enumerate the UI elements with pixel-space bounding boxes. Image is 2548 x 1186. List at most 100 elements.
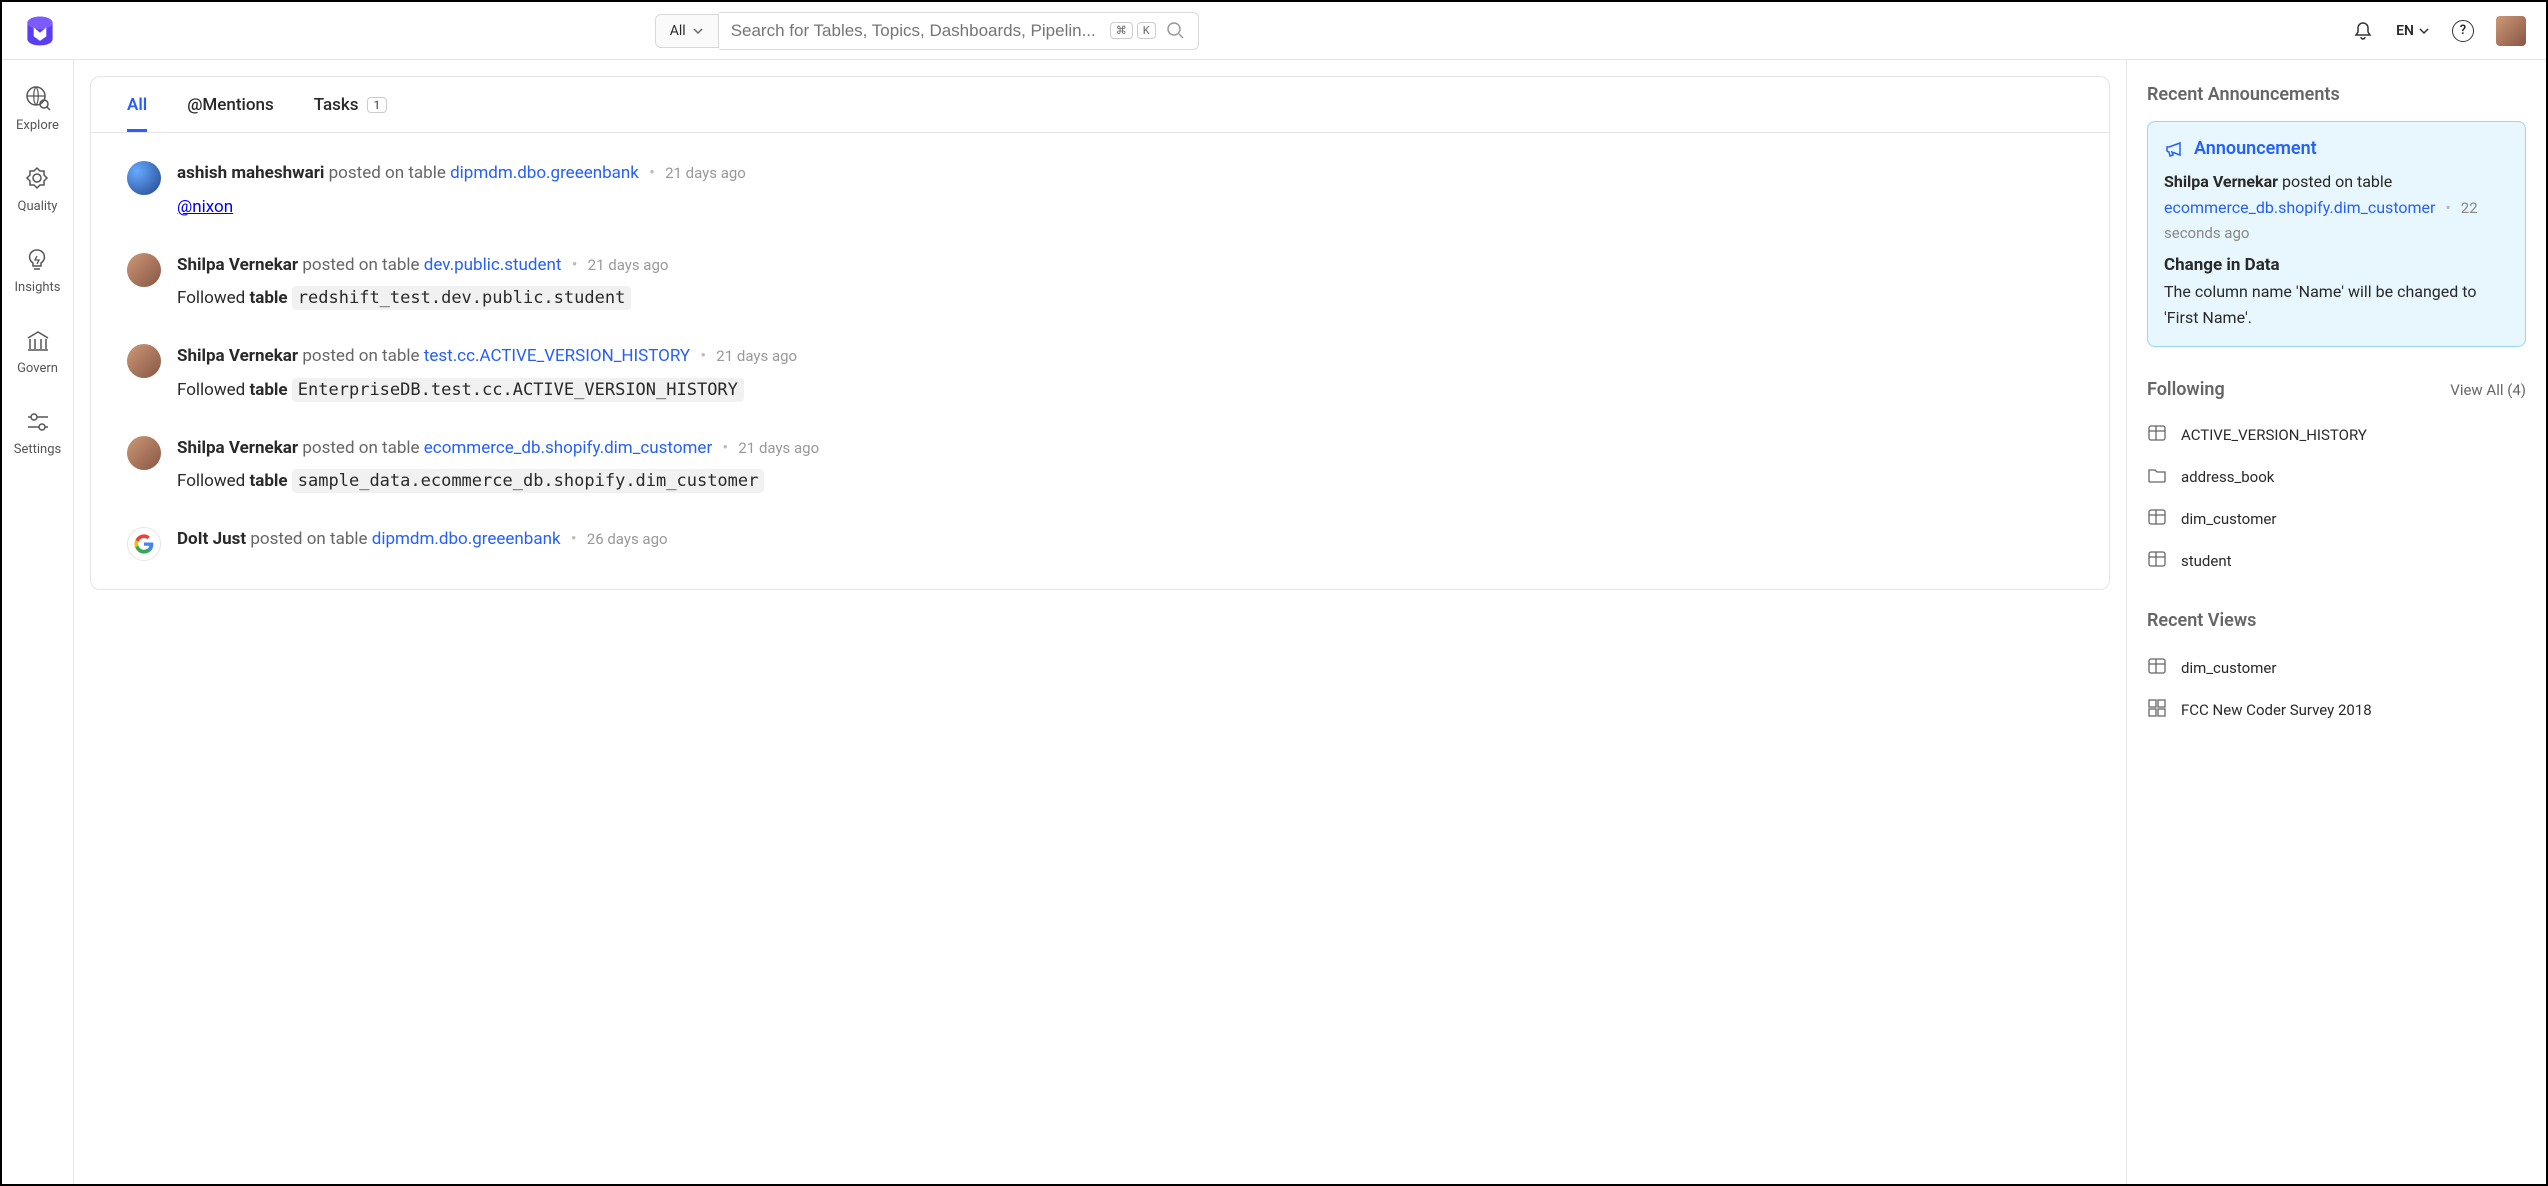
feed-time: 21 days ago	[665, 164, 746, 182]
feed-entity-link[interactable]: dipmdm.dbo.greeenbank	[450, 163, 639, 183]
announcement-card[interactable]: Announcement Shilpa Vernekar posted on t…	[2147, 121, 2526, 347]
dashboard-icon	[2147, 698, 2167, 722]
list-item-name: student	[2181, 552, 2232, 570]
feed-entity-link[interactable]: dev.public.student	[424, 255, 562, 275]
sidebar-item-explore[interactable]: Explore	[16, 84, 59, 133]
feed-panel: All @Mentions Tasks 1 ashish maheshwari …	[74, 60, 2126, 1184]
feed-time: 21 days ago	[738, 439, 819, 457]
sliders-icon	[24, 408, 52, 436]
feed-user: ashish maheshwari	[177, 163, 324, 183]
mention-link[interactable]: @nixon	[177, 197, 233, 217]
announcement-label: Announcement	[2194, 138, 2317, 159]
feed-time: 26 days ago	[587, 530, 668, 548]
app-logo	[22, 13, 58, 49]
bell-icon[interactable]	[2352, 20, 2374, 42]
list-item[interactable]: FCC New Coder Survey 2018	[2147, 689, 2526, 731]
table-icon	[2147, 549, 2167, 573]
right-panel: Recent Announcements Announcement Shilpa…	[2126, 60, 2546, 1184]
bulb-icon	[23, 246, 51, 274]
folder-icon	[2147, 465, 2167, 489]
separator: •	[722, 438, 732, 458]
feed-user: DoIt Just	[177, 529, 246, 549]
globe-search-icon	[24, 84, 52, 112]
feed-action: posted on table	[302, 255, 423, 275]
search-box[interactable]: ⌘ K	[719, 12, 1199, 50]
followed-code: sample_data.ecommerce_db.shopify.dim_cus…	[292, 469, 765, 493]
feed-item: Shilpa Vernekar posted on table dev.publ…	[127, 253, 2073, 309]
announce-link[interactable]: ecommerce_db.shopify.dim_customer	[2164, 198, 2435, 217]
tab-mentions[interactable]: @Mentions	[187, 95, 274, 132]
feed-time: 21 days ago	[716, 347, 797, 365]
tab-all[interactable]: All	[127, 95, 147, 132]
tab-tasks[interactable]: Tasks 1	[314, 95, 388, 132]
feed-list: ashish maheshwari posted on table dipmdm…	[91, 133, 2109, 589]
language-selector[interactable]: EN	[2396, 23, 2430, 39]
separator: •	[700, 346, 710, 366]
badge-icon	[23, 165, 51, 193]
feed-entity-link[interactable]: dipmdm.dbo.greeenbank	[372, 529, 561, 549]
sidebar-item-govern[interactable]: Govern	[17, 327, 58, 376]
tasks-count-badge: 1	[367, 97, 388, 113]
feed-action: posted on table	[302, 346, 423, 366]
feed-avatar[interactable]	[127, 527, 161, 561]
feed-avatar[interactable]	[127, 344, 161, 378]
list-item-name: ACTIVE_VERSION_HISTORY	[2181, 426, 2367, 444]
sidebar-item-settings[interactable]: Settings	[14, 408, 61, 457]
feed-action: posted on table	[329, 163, 450, 183]
separator: •	[649, 163, 659, 183]
following-title: Following	[2147, 379, 2225, 400]
sidebar-item-label: Quality	[18, 199, 58, 214]
feed-user: Shilpa Vernekar	[177, 438, 298, 458]
following-viewall[interactable]: View All (4)	[2450, 381, 2526, 399]
list-item[interactable]: dim_customer	[2147, 498, 2526, 540]
list-item-name: address_book	[2181, 468, 2274, 486]
sidebar-item-label: Govern	[17, 361, 58, 376]
followed-entity: table	[249, 288, 287, 308]
sidebar-item-label: Insights	[14, 280, 60, 295]
search-filter-dropdown[interactable]: All	[655, 14, 719, 48]
list-item[interactable]: student	[2147, 540, 2526, 582]
list-item[interactable]: address_book	[2147, 456, 2526, 498]
header: All ⌘ K EN ?	[2, 2, 2546, 60]
followed-prefix: Followed	[177, 380, 245, 400]
feed-avatar[interactable]	[127, 436, 161, 470]
sidebar-item-label: Settings	[14, 442, 61, 457]
table-icon	[2147, 423, 2167, 447]
announce-action: posted on table	[2282, 172, 2392, 191]
tab-label: Tasks	[314, 95, 359, 115]
sidebar-item-quality[interactable]: Quality	[18, 165, 58, 214]
sidebar-item-insights[interactable]: Insights	[14, 246, 60, 295]
chevron-down-icon	[692, 25, 704, 37]
announcements-title: Recent Announcements	[2147, 84, 2526, 105]
feed-item: Shilpa Vernekar posted on table test.cc.…	[127, 344, 2073, 400]
followed-code: redshift_test.dev.public.student	[292, 286, 632, 310]
feed-avatar[interactable]	[127, 253, 161, 287]
feed-action: posted on table	[302, 438, 423, 458]
feed-avatar[interactable]	[127, 161, 161, 195]
feed-entity-link[interactable]: test.cc.ACTIVE_VERSION_HISTORY	[424, 346, 690, 366]
table-icon	[2147, 656, 2167, 680]
search-wrap: All ⌘ K	[655, 12, 1199, 50]
list-item[interactable]: dim_customer	[2147, 647, 2526, 689]
feed-action: posted on table	[250, 529, 371, 549]
separator: •	[2445, 198, 2450, 217]
followed-prefix: Followed	[177, 288, 245, 308]
lang-label: EN	[2396, 23, 2414, 39]
search-input[interactable]	[731, 21, 1106, 41]
followed-code: EnterpriseDB.test.cc.ACTIVE_VERSION_HIST…	[292, 378, 744, 402]
feed-item: DoIt Just posted on table dipmdm.dbo.gre…	[127, 527, 2073, 561]
followed-prefix: Followed	[177, 471, 245, 491]
user-avatar[interactable]	[2496, 16, 2526, 46]
list-item[interactable]: ACTIVE_VERSION_HISTORY	[2147, 414, 2526, 456]
tabs: All @Mentions Tasks 1	[91, 77, 2109, 133]
feed-item: ashish maheshwari posted on table dipmdm…	[127, 161, 2073, 217]
help-icon[interactable]: ?	[2452, 20, 2474, 42]
feed-entity-link[interactable]: ecommerce_db.shopify.dim_customer	[424, 438, 712, 458]
megaphone-icon	[2164, 139, 2184, 159]
list-item-name: FCC New Coder Survey 2018	[2181, 701, 2372, 719]
announce-heading: Change in Data	[2164, 252, 2509, 279]
kbd-k: K	[1137, 22, 1156, 39]
recent-views-title: Recent Views	[2147, 610, 2526, 631]
followed-entity: table	[249, 471, 287, 491]
announce-text: The column name 'Name' will be changed t…	[2164, 279, 2509, 330]
